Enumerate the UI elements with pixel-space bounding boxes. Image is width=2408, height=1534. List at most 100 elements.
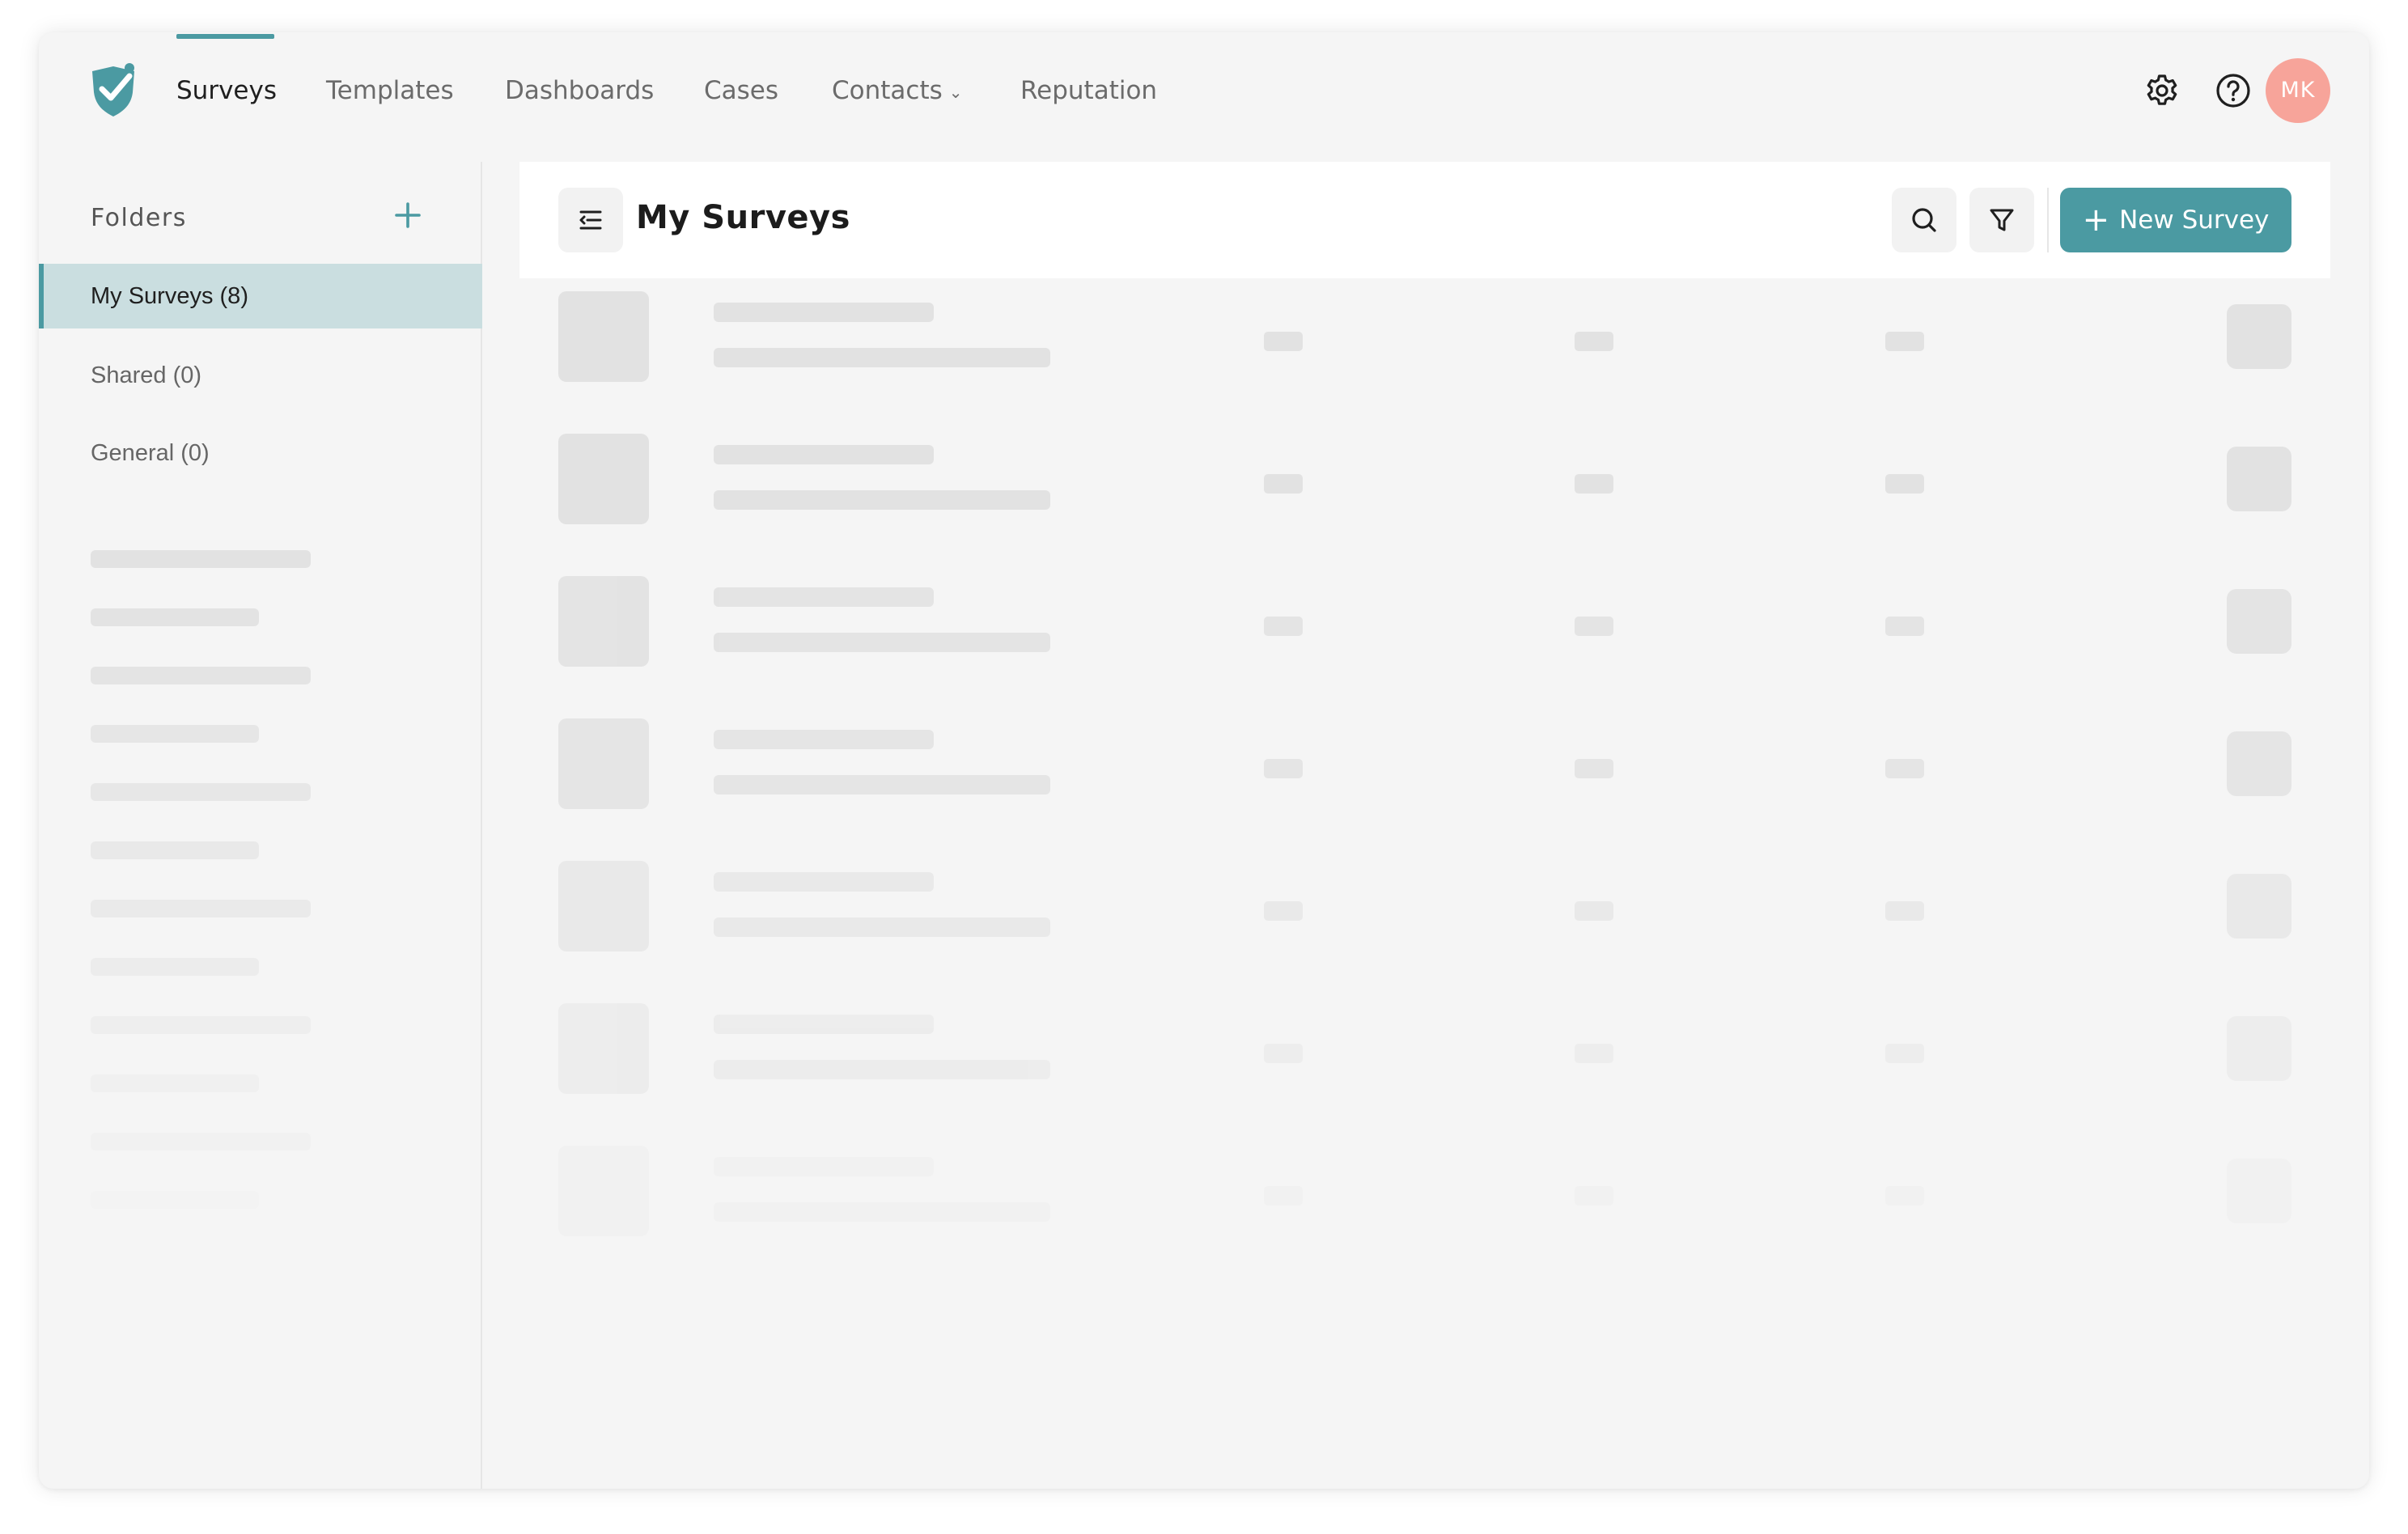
folder-skeleton <box>91 783 311 801</box>
nav-contacts[interactable]: Contacts ⌄ <box>832 73 963 108</box>
survey-subtitle-skeleton <box>714 775 1050 795</box>
active-nav-indicator <box>176 34 274 39</box>
folder-skeleton <box>91 1133 311 1150</box>
survey-stat-skeleton <box>1575 332 1613 351</box>
survey-subtitle-skeleton <box>714 917 1050 937</box>
survey-stat-skeleton <box>1264 617 1303 636</box>
page-title: My Surveys <box>636 199 850 236</box>
survey-title-skeleton <box>714 872 934 892</box>
folder-skeleton <box>91 608 259 626</box>
survey-stat-skeleton <box>1264 1044 1303 1063</box>
survey-title-skeleton <box>714 730 934 749</box>
survey-title-skeleton <box>714 587 934 607</box>
folder-skeleton <box>91 841 259 859</box>
survey-stat-skeleton <box>1264 759 1303 778</box>
survey-thumbnail-skeleton <box>558 718 649 809</box>
folder-skeleton <box>91 1191 259 1209</box>
survey-subtitle-skeleton <box>714 490 1050 510</box>
nav-cases[interactable]: Cases <box>704 73 778 108</box>
plus-icon: + <box>2082 201 2110 239</box>
toolbar-divider <box>2047 188 2049 252</box>
survey-list-skeleton <box>519 291 2330 1343</box>
survey-stat-skeleton <box>1575 1186 1613 1206</box>
top-navigation: Surveys Templates Dashboards Cases Conta… <box>39 32 2369 154</box>
survey-stat-skeleton <box>1575 617 1613 636</box>
survey-stat-skeleton <box>1575 474 1613 494</box>
survey-action-skeleton <box>2227 731 2291 796</box>
folder-general[interactable]: General (0) <box>39 421 482 485</box>
survey-title-skeleton <box>714 303 934 322</box>
folder-skeleton <box>91 550 311 568</box>
nav-dashboards[interactable]: Dashboards <box>505 73 654 108</box>
add-folder-icon[interactable] <box>392 199 424 231</box>
survey-thumbnail-skeleton <box>558 434 649 524</box>
settings-icon[interactable] <box>2143 71 2181 110</box>
nav-contacts-label: Contacts <box>832 76 943 105</box>
survey-stat-skeleton <box>1264 332 1303 351</box>
survey-stat-skeleton <box>1575 759 1613 778</box>
survey-action-skeleton <box>2227 447 2291 511</box>
survey-thumbnail-skeleton <box>558 1146 649 1236</box>
survey-stat-skeleton <box>1885 332 1924 351</box>
survey-subtitle-skeleton <box>714 348 1050 367</box>
folder-skeleton <box>91 725 259 743</box>
survey-stat-skeleton <box>1885 617 1924 636</box>
survey-stat-skeleton <box>1264 474 1303 494</box>
survey-action-skeleton <box>2227 1159 2291 1223</box>
nav-reputation[interactable]: Reputation <box>1020 73 1157 108</box>
survey-thumbnail-skeleton <box>558 861 649 951</box>
survey-row-skeleton <box>519 1003 2330 1146</box>
logo-icon[interactable] <box>87 60 139 118</box>
survey-stat-skeleton <box>1885 1186 1924 1206</box>
survey-subtitle-skeleton <box>714 633 1050 652</box>
survey-row-skeleton <box>519 434 2330 576</box>
menu-collapse-icon <box>579 210 602 230</box>
folder-skeleton <box>91 1016 311 1034</box>
survey-stat-skeleton <box>1264 1186 1303 1206</box>
folders-heading: Folders <box>91 204 187 232</box>
folder-skeleton <box>91 958 259 976</box>
survey-subtitle-skeleton <box>714 1202 1050 1222</box>
search-icon <box>1912 208 1936 232</box>
filter-icon <box>1990 209 2014 231</box>
new-survey-button[interactable]: + New Survey <box>2060 188 2291 252</box>
survey-title-skeleton <box>714 1157 934 1176</box>
collapse-sidebar-button[interactable] <box>558 188 623 252</box>
survey-stat-skeleton <box>1575 1044 1613 1063</box>
folder-my-surveys[interactable]: My Surveys (8) <box>39 264 482 328</box>
survey-row-skeleton <box>519 718 2330 861</box>
survey-title-skeleton <box>714 1015 934 1034</box>
survey-stat-skeleton <box>1575 901 1613 921</box>
survey-title-skeleton <box>714 445 934 464</box>
survey-action-skeleton <box>2227 589 2291 654</box>
folder-shared[interactable]: Shared (0) <box>39 343 482 408</box>
survey-thumbnail-skeleton <box>558 576 649 667</box>
survey-action-skeleton <box>2227 304 2291 369</box>
survey-subtitle-skeleton <box>714 1060 1050 1079</box>
folder-skeleton <box>91 1074 259 1092</box>
survey-stat-skeleton <box>1885 1044 1924 1063</box>
user-avatar[interactable]: MK <box>2266 58 2330 123</box>
survey-thumbnail-skeleton <box>558 1003 649 1094</box>
survey-action-skeleton <box>2227 1016 2291 1081</box>
nav-templates[interactable]: Templates <box>326 73 454 108</box>
survey-stat-skeleton <box>1885 474 1924 494</box>
filter-button[interactable] <box>1969 188 2034 252</box>
survey-row-skeleton <box>519 576 2330 718</box>
survey-row-skeleton <box>519 1146 2330 1288</box>
folder-skeleton <box>91 667 311 684</box>
survey-stat-skeleton <box>1885 759 1924 778</box>
survey-row-skeleton <box>519 861 2330 1003</box>
app-window: Surveys Templates Dashboards Cases Conta… <box>39 32 2369 1489</box>
survey-stat-skeleton <box>1885 901 1924 921</box>
new-survey-label: New Survey <box>2119 206 2270 235</box>
help-icon[interactable] <box>2214 71 2253 110</box>
search-button[interactable] <box>1892 188 1956 252</box>
survey-row-skeleton <box>519 291 2330 434</box>
surveys-header: My Surveys + New Survey <box>519 162 2330 278</box>
survey-thumbnail-skeleton <box>558 291 649 382</box>
nav-surveys[interactable]: Surveys <box>176 73 277 108</box>
chevron-down-icon: ⌄ <box>948 82 963 102</box>
folder-skeleton <box>91 900 311 917</box>
folders-sidebar: Folders My Surveys (8) Shared (0) Genera… <box>39 162 482 1489</box>
